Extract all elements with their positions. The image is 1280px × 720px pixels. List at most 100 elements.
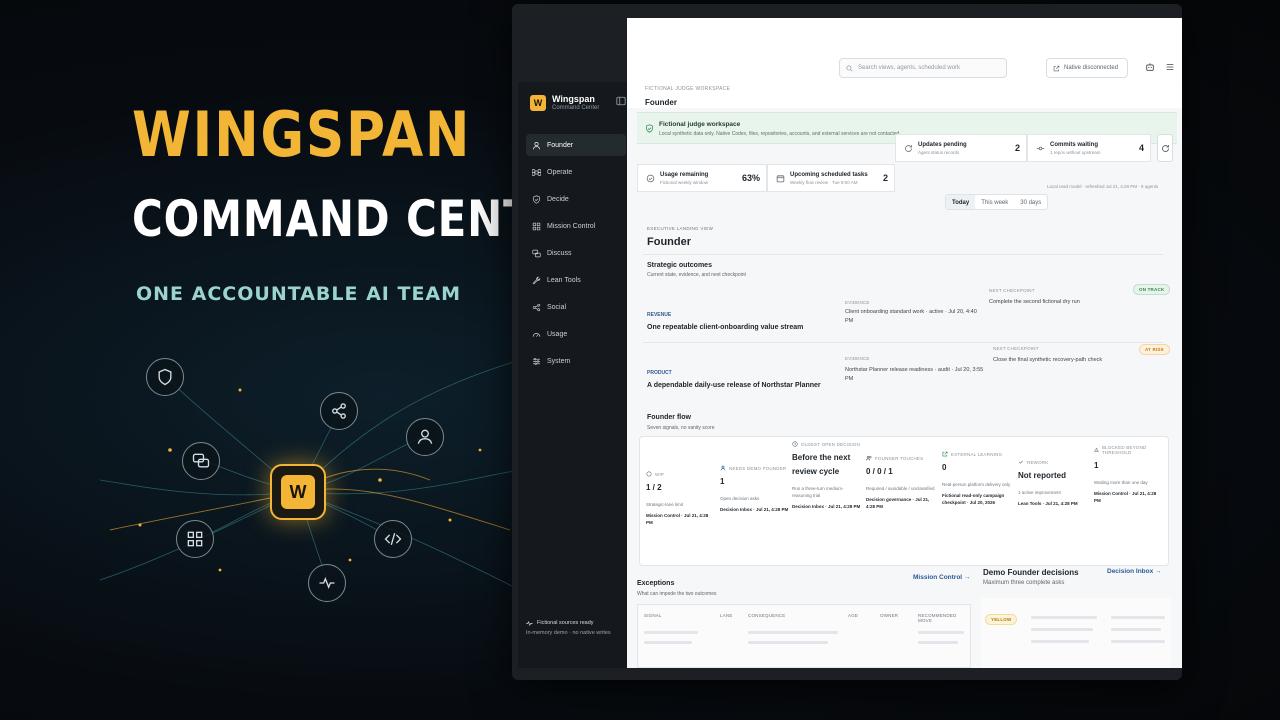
- pulse-node: [308, 564, 346, 602]
- range-option-today[interactable]: Today: [946, 195, 976, 209]
- code-node: [374, 520, 412, 558]
- stat-title: Upcoming scheduled tasks: [790, 171, 868, 178]
- gauge-icon: [532, 332, 541, 337]
- outcome-tag: PRODUCT: [647, 370, 672, 376]
- sidebar-item-label: Lean Tools: [547, 276, 581, 284]
- sidebar-item-mission-control[interactable]: Mission Control: [526, 215, 626, 237]
- sidebar-item-usage[interactable]: Usage: [526, 323, 626, 345]
- outcome-checkpoint: Complete the second fictional dry run: [989, 299, 1080, 305]
- share-icon: [532, 303, 541, 311]
- sidebar-item-discuss[interactable]: Discuss: [526, 242, 626, 264]
- decisions-subtitle: Maximum three complete asks: [983, 580, 1065, 586]
- founder-flow-card: WIP 1 / 2 Strategic-lane limit Mission C…: [639, 436, 1169, 566]
- decisions-list: YELLOW: [981, 598, 1171, 668]
- column-age: AGE: [848, 613, 859, 618]
- brand: W Wingspan Command Center: [530, 94, 599, 111]
- list-item-placeholder: [1111, 640, 1165, 643]
- table-row-placeholder: [918, 631, 964, 634]
- sidebar-item-label: Mission Control: [547, 222, 596, 230]
- refresh-status: Local read model · refreshed Jul 21, 4:2…: [1047, 184, 1159, 189]
- sidebar-item-label: Decide: [547, 195, 569, 203]
- stat-commits-waiting[interactable]: Commits waiting 1 repos without upstream…: [1027, 134, 1151, 162]
- warning-icon: [1094, 447, 1099, 452]
- sidebar-item-operate[interactable]: Operate: [526, 161, 626, 183]
- user-node: [406, 418, 444, 456]
- sidebar-item-lean-tools[interactable]: Lean Tools: [526, 269, 626, 291]
- user-icon: [720, 465, 726, 471]
- grid-node: [176, 520, 214, 558]
- calendar-icon: [776, 174, 785, 182]
- table-row-placeholder: [644, 641, 692, 644]
- share-icon: [332, 403, 346, 419]
- outcome-title: One repeatable client-onboarding value s…: [647, 324, 804, 331]
- hero-tagline: ONE ACCOUNTABLE AI TEAM: [136, 283, 462, 305]
- stat-value: 2: [882, 173, 888, 183]
- sidebar-item-social[interactable]: Social: [526, 296, 626, 318]
- refresh-icon: [1161, 144, 1169, 152]
- table-row-placeholder: [918, 641, 958, 644]
- priority-badge: YELLOW: [985, 614, 1018, 625]
- sidebar-collapse-icon[interactable]: [616, 96, 626, 106]
- share-node: [320, 392, 358, 430]
- sidebar-item-label: Founder: [547, 141, 574, 149]
- stat-usage-remaining[interactable]: Usage remaining Fictional weekly window …: [637, 164, 767, 192]
- refresh-button[interactable]: [1157, 134, 1173, 162]
- code-icon: [384, 532, 402, 546]
- decision-inbox-link[interactable]: Decision Inbox →: [1107, 568, 1162, 575]
- grid-icon: [532, 222, 541, 230]
- flow-signal-blocked: BLOCKED BEYOND THRESHOLD 1 Waiting more …: [1094, 445, 1157, 503]
- exceptions-table: SIGNAL LANE CONSEQUENCE AGE OWNER RECOMM…: [637, 604, 971, 668]
- hero-title: WINGSPAN: [132, 98, 472, 171]
- outcome-tag: REVENUE: [647, 312, 672, 318]
- flow-signal-external-learning: EXTERNAL LEARNING 0 Real-person platform…: [942, 451, 1011, 506]
- sidebar-item-founder[interactable]: Founder: [526, 134, 626, 156]
- exceptions-subtitle: What can impede the two outcomes: [637, 591, 717, 597]
- flow-title: Founder flow: [647, 414, 691, 421]
- range-option-week[interactable]: This week: [975, 195, 1014, 209]
- flow-signal-founder-touches: FOUNDER TOUCHES 0 / 0 / 1 Required / avo…: [866, 455, 935, 510]
- chat-icon: [532, 249, 541, 257]
- flow-subtitle: Seven signals, no vanity score: [647, 425, 715, 431]
- stat-updates-pending[interactable]: Updates pending Agent status records 2: [895, 134, 1027, 162]
- search-input[interactable]: Search views, agents, scheduled work: [839, 58, 1007, 78]
- sidebar-item-system[interactable]: System: [526, 350, 626, 372]
- outcome-evidence: Northstar Planner release readiness · au…: [845, 367, 984, 382]
- pulse-icon: [526, 620, 533, 626]
- menu-icon[interactable]: [1165, 62, 1175, 72]
- status-badge: AT RISK: [1139, 344, 1171, 355]
- list-item-placeholder: [1031, 616, 1097, 619]
- stat-value: 63%: [741, 173, 760, 183]
- sidebar-item-label: Usage: [547, 330, 568, 338]
- sidebar-item-decide[interactable]: Decide: [526, 188, 626, 210]
- stat-scheduled-tasks[interactable]: Upcoming scheduled tasks Weekly flow rev…: [767, 164, 895, 192]
- divider: [643, 254, 1163, 255]
- sliders-icon: [533, 357, 540, 365]
- table-row-placeholder: [644, 631, 698, 634]
- decisions-title: Demo Founder decisions: [983, 568, 1079, 577]
- external-icon: [942, 451, 948, 457]
- wrench-icon: [532, 276, 541, 284]
- column-signal: SIGNAL: [644, 613, 662, 618]
- range-option-30-days[interactable]: 30 days: [1014, 195, 1047, 209]
- mission-control-link[interactable]: Mission Control →: [913, 574, 970, 581]
- outcome-checkpoint: Close the final synthetic recovery-path …: [993, 357, 1103, 363]
- table-row-placeholder: [748, 641, 828, 644]
- search-placeholder: Search views, agents, scheduled work: [858, 65, 961, 71]
- shield-icon: [158, 368, 172, 386]
- column-lane: LANE: [720, 613, 733, 618]
- list-item-placeholder: [1111, 616, 1165, 619]
- native-status-button[interactable]: Native disconnected: [1046, 58, 1128, 78]
- chat-icon: [192, 453, 210, 468]
- pulse-icon: [319, 577, 335, 589]
- outcomes-subtitle: Current state, evidence, and next checkp…: [647, 272, 746, 278]
- sidebar-nav: Founder Operate Decide Mission Control D…: [526, 134, 626, 377]
- sources-status: Fictional sources ready: [526, 618, 611, 628]
- rework-icon: [1018, 460, 1024, 464]
- outcomes-title: Strategic outcomes: [647, 262, 712, 269]
- stat-subtitle: Weekly flow review · Tue 9:00 AM: [790, 179, 858, 185]
- sidebar-item-label: Operate: [547, 168, 573, 176]
- robot-icon[interactable]: [1145, 62, 1155, 72]
- workspace-title: Founder: [645, 98, 677, 107]
- hero-section: WINGSPAN COMMAND CENTER ONE ACCOUNTABLE …: [0, 0, 595, 720]
- banner-subtitle: Local synthetic data only. Native Codex,…: [659, 131, 901, 137]
